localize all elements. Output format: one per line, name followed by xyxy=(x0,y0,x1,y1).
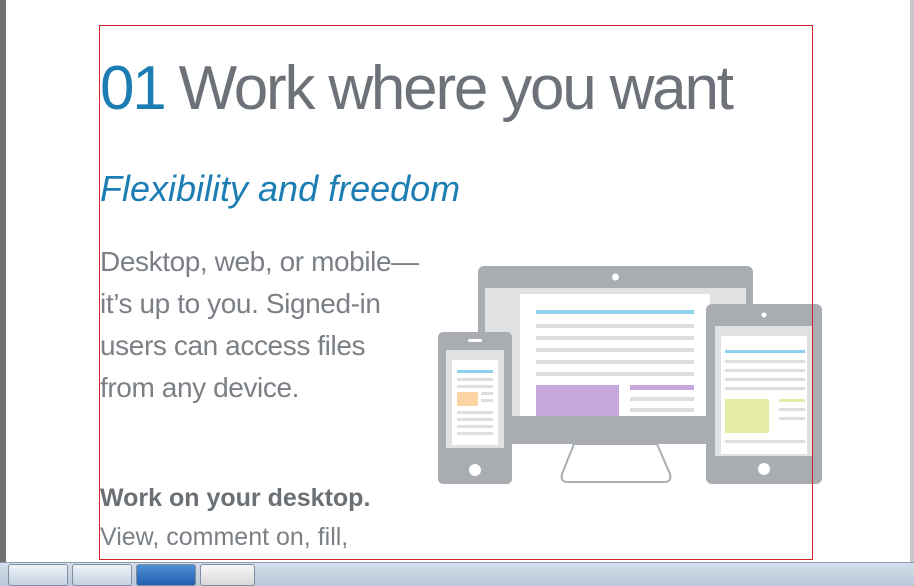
taskbar-button[interactable] xyxy=(200,564,255,586)
document-page: 01 Work where you want Flexibility and fr… xyxy=(0,0,914,586)
window-right-edge xyxy=(910,0,914,566)
selection-rectangle xyxy=(99,25,813,560)
window-left-edge xyxy=(0,0,6,566)
windows-taskbar xyxy=(0,562,914,586)
taskbar-button[interactable] xyxy=(8,564,68,586)
taskbar-button[interactable] xyxy=(72,564,132,586)
taskbar-button[interactable] xyxy=(136,564,196,586)
